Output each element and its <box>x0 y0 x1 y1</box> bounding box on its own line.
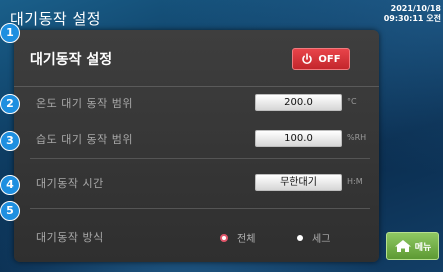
standby-time-row: 대기동작 시간 무한대기 H:M <box>14 166 379 200</box>
mode-option-segment-label: 세그 <box>312 234 331 245</box>
callout-4: 4 <box>0 175 20 195</box>
divider <box>30 158 370 159</box>
standby-time-label: 대기동작 시간 <box>36 177 104 190</box>
panel-title: 대기동작 설정 <box>30 52 113 68</box>
power-icon <box>302 53 313 65</box>
menu-button-label: 메뉴 <box>414 242 432 253</box>
datetime: 2021/10/18 09:30:11 오전 <box>384 4 441 24</box>
menu-button[interactable]: 메뉴 <box>386 232 439 260</box>
humidity-unit: %RH <box>347 133 367 142</box>
standby-time-unit: H:M <box>347 177 363 186</box>
radio-unselected-icon <box>297 234 303 241</box>
time-text: 09:30:11 오전 <box>383 14 441 23</box>
mode-option-all-label: 전체 <box>237 234 256 245</box>
temperature-unit: °C <box>347 97 357 106</box>
mode-option-segment[interactable]: 세그 <box>297 230 330 245</box>
screen-title: 대기동작 설정 <box>10 10 102 28</box>
radio-selected-icon <box>220 233 228 242</box>
humidity-range-label: 습도 대기 동작 범위 <box>36 133 133 146</box>
temperature-range-label: 온도 대기 동작 범위 <box>36 97 133 110</box>
callout-1: 1 <box>0 23 20 43</box>
temperature-range-row: 온도 대기 동작 범위 200.0 °C <box>14 86 379 120</box>
power-state-label: OFF <box>318 53 341 65</box>
temperature-range-input[interactable]: 200.0 <box>255 94 342 111</box>
home-icon <box>394 240 411 252</box>
standby-mode-row: 대기동작 방식 전체 세그 <box>14 220 379 254</box>
power-toggle-button[interactable]: OFF <box>292 48 350 70</box>
callout-5: 5 <box>0 201 20 221</box>
callout-2: 2 <box>0 94 20 114</box>
top-bar: 대기동작 설정 2021/10/18 09:30:11 오전 <box>0 0 443 34</box>
date-text: 2021/10/18 <box>390 4 441 13</box>
standby-mode-label: 대기동작 방식 <box>36 231 104 244</box>
standby-time-input[interactable]: 무한대기 <box>255 174 342 191</box>
settings-panel: 대기동작 설정 OFF 온도 대기 동작 범위 200.0 °C 습도 대기 동… <box>14 30 379 262</box>
callout-3: 3 <box>0 131 20 151</box>
divider <box>30 208 370 209</box>
mode-option-all[interactable]: 전체 <box>220 230 255 245</box>
panel-header-row: 대기동작 설정 OFF <box>14 30 379 87</box>
humidity-range-row: 습도 대기 동작 범위 100.0 %RH <box>14 122 379 156</box>
humidity-range-input[interactable]: 100.0 <box>255 130 342 147</box>
